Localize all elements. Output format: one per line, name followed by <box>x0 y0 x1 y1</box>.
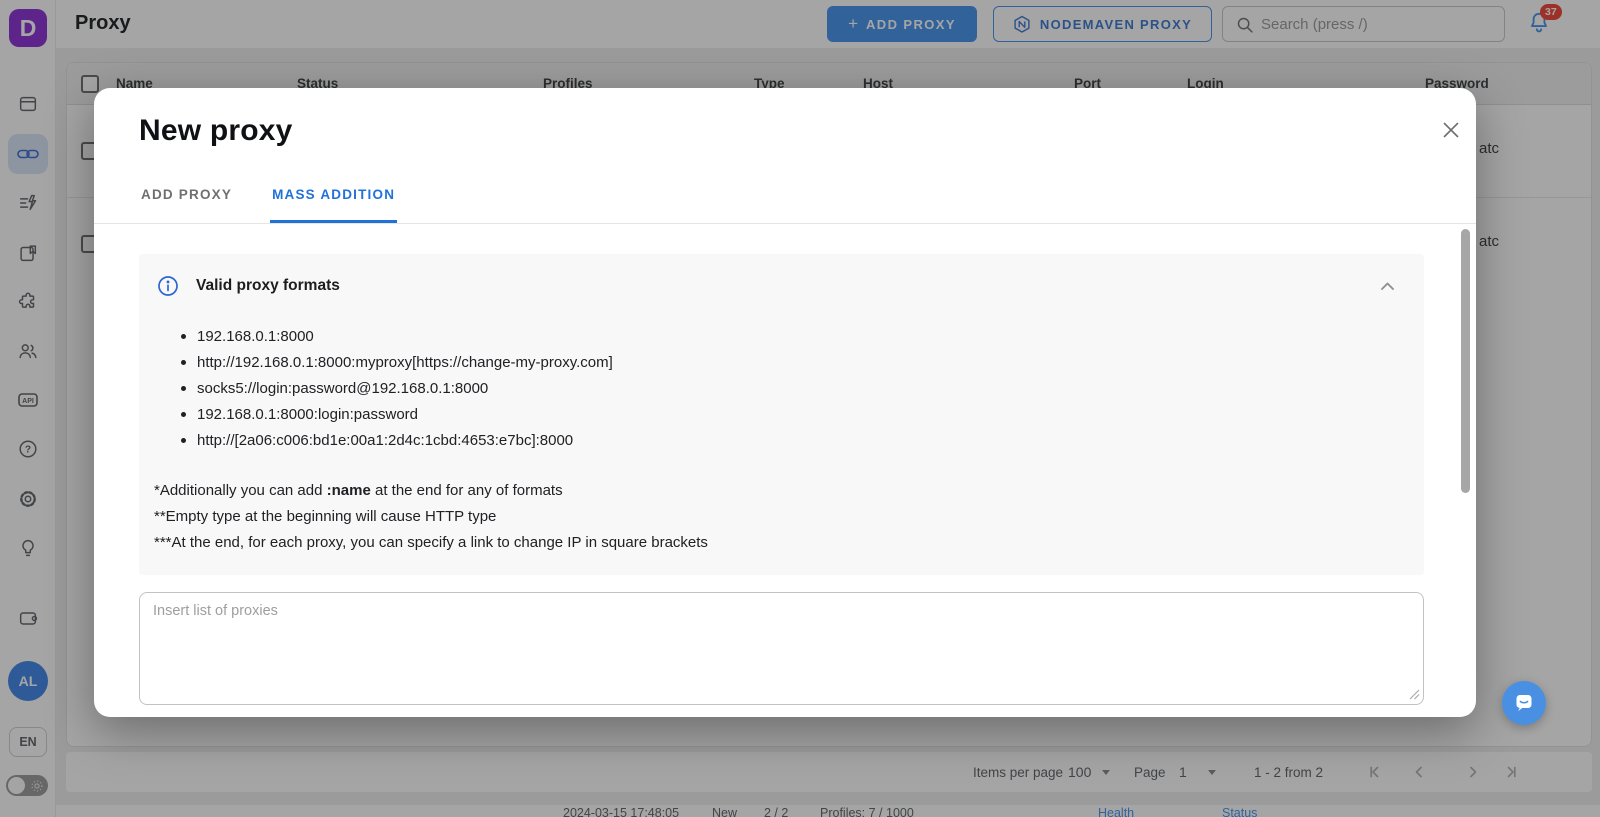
note-line: ***At the end, for each proxy, you can s… <box>154 530 708 556</box>
format-list: 192.168.0.1:8000 http://192.168.0.1:8000… <box>181 323 613 453</box>
format-item: 192.168.0.1:8000 <box>181 323 613 349</box>
valid-formats-panel: Valid proxy formats 192.168.0.1:8000 htt… <box>139 254 1424 575</box>
tab-mass-addition[interactable]: MASS ADDITION <box>270 185 397 223</box>
format-notes: *Additionally you can add :name at the e… <box>154 478 708 556</box>
valid-formats-title: Valid proxy formats <box>196 277 340 295</box>
tab-add-proxy[interactable]: ADD PROXY <box>139 185 234 223</box>
modal-title: New proxy <box>139 114 293 148</box>
proxy-list-field <box>139 592 1424 705</box>
modal-tabs: ADD PROXY MASS ADDITION <box>139 185 397 223</box>
app-window: D API ? A <box>0 0 1600 817</box>
format-item: 192.168.0.1:8000:login:password <box>181 401 613 427</box>
bullet-dot <box>181 438 186 443</box>
bullet-dot <box>181 334 186 339</box>
chevron-up-icon[interactable] <box>1379 279 1396 293</box>
note-line: *Additionally you can add :name at the e… <box>154 478 708 504</box>
bullet-dot <box>181 386 186 391</box>
format-item: http://[2a06:c006:bd1e:00a1:2d4c:1cbd:46… <box>181 427 613 453</box>
bullet-dot <box>181 412 186 417</box>
chat-launcher[interactable] <box>1502 681 1546 725</box>
format-item: socks5://login:password@192.168.0.1:8000 <box>181 375 613 401</box>
new-proxy-modal: New proxy ADD PROXY MASS ADDITION Valid … <box>94 88 1476 717</box>
note-line: **Empty type at the beginning will cause… <box>154 504 708 530</box>
chat-bubble-icon <box>1512 691 1536 715</box>
modal-scrollbar[interactable] <box>1461 229 1470 493</box>
close-icon[interactable] <box>1438 117 1464 143</box>
bullet-dot <box>181 360 186 365</box>
info-icon <box>157 275 179 297</box>
proxy-list-textarea[interactable] <box>139 592 1424 705</box>
tabs-divider <box>94 223 1476 224</box>
format-item: http://192.168.0.1:8000:myproxy[https://… <box>181 349 613 375</box>
